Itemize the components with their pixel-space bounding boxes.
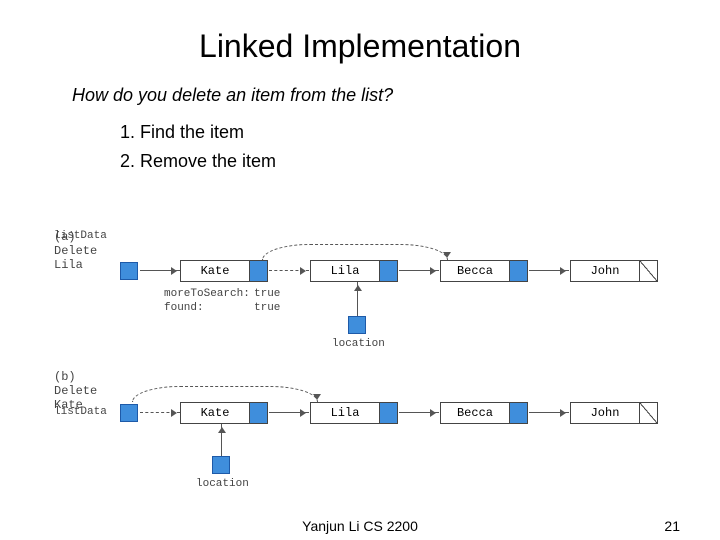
node-a-2-value: Becca bbox=[441, 261, 509, 281]
footer-center: Yanjun Li CS 2200 bbox=[0, 518, 720, 534]
node-b-1-value: Lila bbox=[311, 403, 379, 423]
arrow-a-head bbox=[140, 270, 180, 271]
step-1: Find the item bbox=[140, 118, 720, 147]
list-row-b: Kate Lila Becca John bbox=[120, 402, 658, 424]
label-found: found: bbox=[164, 302, 204, 314]
node-a-2-next bbox=[509, 261, 527, 281]
node-b-2-next bbox=[509, 403, 527, 423]
node-b-1-next bbox=[379, 403, 397, 423]
label-mts: moreToSearch: bbox=[164, 288, 250, 300]
curve-b-bypass bbox=[132, 386, 318, 402]
steps-list: Find the item Remove the item bbox=[0, 118, 720, 176]
page-title: Linked Implementation bbox=[0, 0, 720, 65]
label-listdata-a: listData bbox=[54, 230, 107, 242]
label-mts-val: true bbox=[254, 288, 280, 300]
node-a-3-next-null bbox=[639, 261, 657, 281]
node-a-2: Becca bbox=[440, 260, 528, 282]
node-a-3-value: John bbox=[571, 261, 639, 281]
arrow-a-1-2 bbox=[399, 270, 439, 271]
node-b-0-next bbox=[249, 403, 267, 423]
label-location-a: location bbox=[332, 338, 385, 350]
arrow-a-2-3 bbox=[529, 270, 569, 271]
node-b-2: Becca bbox=[440, 402, 528, 424]
node-b-1: Lila bbox=[310, 402, 398, 424]
listdata-pointer-a bbox=[120, 262, 138, 280]
location-arrow-b bbox=[221, 424, 222, 456]
location-box-b bbox=[212, 456, 230, 474]
arrow-b-0-1 bbox=[269, 412, 309, 413]
arrow-a-0-1 bbox=[269, 270, 309, 271]
node-a-3: John bbox=[570, 260, 658, 282]
node-b-2-value: Becca bbox=[441, 403, 509, 423]
node-a-1-value: Lila bbox=[311, 261, 379, 281]
node-b-0-value: Kate bbox=[181, 403, 249, 423]
listdata-pointer-b bbox=[120, 404, 138, 422]
label-listdata-b: listData bbox=[54, 406, 107, 418]
location-arrow-a bbox=[357, 282, 358, 316]
page-number: 21 bbox=[664, 518, 680, 534]
node-a-1: Lila bbox=[310, 260, 398, 282]
node-a-0-value: Kate bbox=[181, 261, 249, 281]
curve-a-bypass bbox=[262, 244, 448, 260]
node-b-0: Kate bbox=[180, 402, 268, 424]
node-a-1-next bbox=[379, 261, 397, 281]
question-text: How do you delete an item from the list? bbox=[0, 65, 720, 114]
location-box-a bbox=[348, 316, 366, 334]
arrow-b-head bbox=[140, 412, 180, 413]
node-b-3-value: John bbox=[571, 403, 639, 423]
arrow-b-2-3 bbox=[529, 412, 569, 413]
node-a-0-next bbox=[249, 261, 267, 281]
label-location-b: location bbox=[196, 478, 249, 490]
label-found-val: true bbox=[254, 302, 280, 314]
arrow-b-1-2 bbox=[399, 412, 439, 413]
list-row-a: Kate Lila Becca John bbox=[120, 260, 658, 282]
node-b-3-next-null bbox=[639, 403, 657, 423]
node-b-3: John bbox=[570, 402, 658, 424]
step-2: Remove the item bbox=[140, 147, 720, 176]
node-a-0: Kate bbox=[180, 260, 268, 282]
